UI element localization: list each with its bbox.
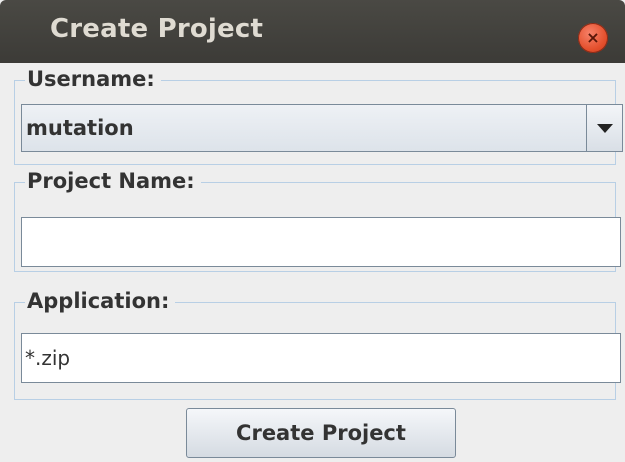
project-name-label: Project Name: xyxy=(25,167,201,195)
create-project-dialog: Create Project × Username: mutation Proj… xyxy=(0,0,625,462)
project-name-input[interactable] xyxy=(21,217,621,267)
chevron-down-icon xyxy=(597,124,613,133)
close-icon[interactable]: × xyxy=(578,23,608,53)
username-select[interactable]: mutation xyxy=(21,104,623,152)
application-input[interactable] xyxy=(21,333,621,383)
username-label: Username: xyxy=(25,65,161,93)
dialog-title: Create Project xyxy=(50,14,264,44)
username-selected-value: mutation xyxy=(26,116,134,140)
application-label: Application: xyxy=(25,287,176,315)
title-bar[interactable]: Create Project × xyxy=(0,0,625,63)
create-project-button[interactable]: Create Project xyxy=(186,408,456,458)
dropdown-arrow-button[interactable] xyxy=(586,105,622,151)
